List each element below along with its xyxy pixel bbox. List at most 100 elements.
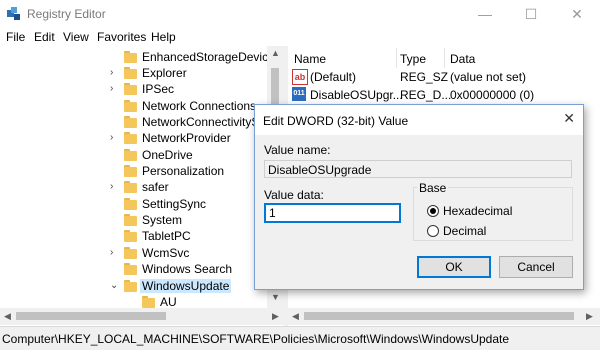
folder-icon	[142, 296, 155, 308]
scrollbar-thumb[interactable]	[16, 312, 166, 320]
value-type: REG_D...	[400, 88, 452, 102]
table-row[interactable]: 011 DisableOSUpgr... REG_D... 0x00000000…	[288, 86, 600, 104]
tree-item-label: Network Connections	[142, 99, 257, 113]
minimize-button[interactable]: —	[462, 0, 508, 28]
list-horizontal-scrollbar[interactable]: ◀ ▶	[288, 308, 600, 325]
binary-value-icon: 011	[292, 87, 306, 101]
tree-item-label: Windows Search	[142, 262, 233, 276]
collapse-chevron-icon[interactable]: ⌄	[110, 278, 120, 294]
tree-item-label: AU	[160, 295, 177, 308]
registry-editor-icon	[7, 7, 20, 20]
tree-item-label: NetworkConnectivitySt	[142, 115, 263, 129]
menu-favorites[interactable]: Favorites	[97, 30, 146, 44]
status-bar: Computer\HKEY_LOCAL_MACHINE\SOFTWARE\Pol…	[0, 326, 600, 350]
table-row[interactable]: ab (Default) REG_SZ (value not set)	[288, 68, 600, 86]
folder-icon	[124, 198, 137, 210]
value-data-input[interactable]: 1	[264, 203, 401, 223]
menu-view[interactable]: View	[63, 30, 89, 44]
tree-item-label: WcmSvc	[142, 246, 190, 260]
expand-chevron-icon[interactable]: ›	[110, 245, 120, 261]
close-button[interactable]: ✕	[554, 0, 600, 28]
tree-item-label: IPSec	[142, 82, 175, 96]
tree-item-label: SettingSync	[142, 197, 207, 211]
dialog-close-icon[interactable]: ✕	[563, 110, 575, 127]
folder-icon	[124, 149, 137, 161]
expand-chevron-icon[interactable]	[110, 212, 120, 228]
column-header-type[interactable]: Type	[400, 52, 426, 66]
scroll-left-icon[interactable]: ◀	[4, 311, 11, 322]
column-header-data[interactable]: Data	[450, 52, 475, 66]
folder-icon	[124, 247, 137, 259]
scroll-up-icon[interactable]: ▲	[267, 48, 284, 58]
value-name: (Default)	[310, 70, 357, 84]
column-header-name[interactable]: Name	[294, 52, 326, 66]
folder-icon	[124, 51, 137, 63]
string-value-icon: ab	[292, 69, 308, 85]
expand-chevron-icon[interactable]	[110, 228, 120, 244]
expand-chevron-icon[interactable]	[110, 98, 120, 114]
tree-item-label: safer	[142, 180, 169, 194]
expand-chevron-icon[interactable]	[110, 114, 120, 130]
folder-icon	[124, 280, 137, 292]
tree-item-label: Explorer	[142, 66, 187, 80]
dialog-title: Edit DWORD (32-bit) Value	[263, 114, 409, 128]
tree-item-label: NetworkProvider	[142, 131, 231, 145]
value-name-field: DisableOSUpgrade	[264, 160, 572, 178]
folder-icon	[124, 100, 137, 112]
scroll-right-icon[interactable]: ▶	[272, 311, 279, 322]
folder-icon	[124, 116, 137, 128]
menu-file[interactable]: File	[6, 30, 25, 44]
expand-chevron-icon[interactable]	[110, 163, 120, 179]
folder-icon	[124, 132, 137, 144]
menu-help[interactable]: Help	[151, 30, 176, 44]
expand-chevron-icon[interactable]	[110, 196, 120, 212]
maximize-button[interactable]: ☐	[508, 0, 554, 28]
decimal-radio[interactable]	[427, 225, 439, 237]
folder-icon	[124, 230, 137, 242]
value-name-label: Value name:	[264, 143, 331, 157]
menu-bar: File Edit View Favorites Help	[0, 28, 600, 46]
decimal-label[interactable]: Decimal	[443, 224, 486, 238]
column-divider[interactable]	[444, 48, 445, 68]
expand-chevron-icon[interactable]: ›	[110, 81, 120, 97]
value-data: 0x00000000 (0)	[450, 88, 535, 102]
tree-item-label: Personalization	[142, 164, 225, 178]
value-type: REG_SZ	[400, 70, 449, 84]
expand-chevron-icon[interactable]: ›	[110, 179, 120, 195]
window-title: Registry Editor	[27, 7, 106, 21]
folder-icon	[124, 165, 137, 177]
column-divider[interactable]	[396, 48, 397, 68]
hexadecimal-radio[interactable]	[427, 205, 439, 217]
registry-tree[interactable]: EnhancedStorageDevices › Explorer › IPSe…	[0, 46, 284, 308]
value-name: DisableOSUpgr...	[310, 88, 403, 102]
value-data-label: Value data:	[264, 188, 324, 202]
tree-item-label: OneDrive	[142, 148, 193, 162]
folder-icon	[124, 214, 137, 226]
folder-icon	[124, 263, 137, 275]
dialog-title-bar: Edit DWORD (32-bit) Value ✕	[255, 105, 583, 135]
scroll-right-icon[interactable]: ▶	[586, 311, 593, 322]
folder-icon	[124, 67, 137, 79]
scrollbar-thumb[interactable]	[304, 312, 574, 320]
folder-icon	[124, 83, 137, 95]
value-data: (value not set)	[450, 70, 527, 84]
tree-horizontal-scrollbar[interactable]: ◀ ▶	[0, 308, 284, 325]
scroll-down-icon[interactable]: ▼	[267, 292, 284, 302]
base-group-label: Base	[417, 181, 449, 195]
expand-chevron-icon[interactable]	[110, 49, 120, 65]
ok-button[interactable]: OK	[417, 256, 491, 278]
cancel-button[interactable]: Cancel	[499, 256, 573, 278]
expand-chevron-icon[interactable]: ›	[110, 130, 120, 146]
radio-selected-icon	[430, 208, 436, 214]
expand-chevron-icon[interactable]	[110, 261, 120, 277]
title-bar: Registry Editor — ☐ ✕	[0, 0, 600, 28]
hexadecimal-label[interactable]: Hexadecimal	[443, 204, 512, 218]
expand-chevron-icon[interactable]	[110, 147, 120, 163]
tree-item-label: TabletPC	[142, 229, 191, 243]
menu-edit[interactable]: Edit	[34, 30, 55, 44]
tree-item-label: System	[142, 213, 183, 227]
expand-chevron-icon[interactable]: ›	[110, 65, 120, 81]
scroll-left-icon[interactable]: ◀	[292, 311, 299, 322]
tree-item-label: EnhancedStorageDevices	[142, 50, 281, 64]
registry-path: Computer\HKEY_LOCAL_MACHINE\SOFTWARE\Pol…	[2, 332, 510, 346]
